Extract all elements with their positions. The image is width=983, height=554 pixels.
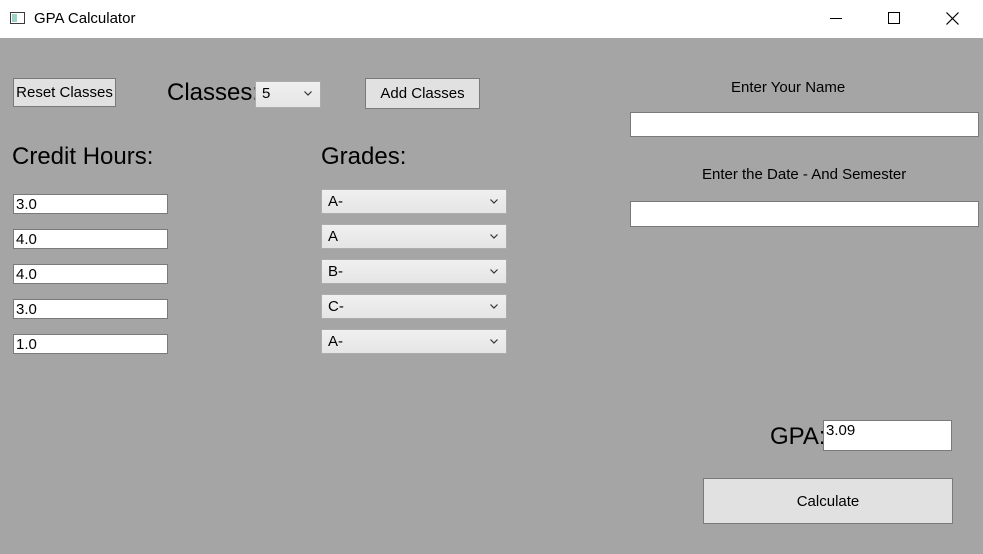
credit-hours-input-3[interactable]: 4.0 [13, 264, 168, 284]
date-semester-input[interactable] [630, 201, 979, 227]
gpa-label: GPA: [770, 423, 826, 450]
chevron-down-icon [490, 269, 498, 274]
grade-value: A- [328, 333, 343, 350]
add-classes-button[interactable]: Add Classes [365, 78, 480, 109]
credit-hours-heading: Credit Hours: [12, 143, 154, 170]
grade-select-2[interactable]: A [321, 224, 507, 249]
date-semester-label: Enter the Date - And Semester [702, 166, 907, 183]
title-bar: GPA Calculator [0, 0, 983, 38]
maximize-button[interactable] [866, 0, 924, 38]
credit-hours-input-2[interactable]: 4.0 [13, 229, 168, 249]
reset-classes-button[interactable]: Reset Classes [13, 78, 116, 107]
grade-select-3[interactable]: B- [321, 259, 507, 284]
calculate-button[interactable]: Calculate [703, 478, 953, 524]
chevron-down-icon [490, 339, 498, 344]
credit-hours-input-4[interactable]: 3.0 [13, 299, 168, 319]
grade-select-5[interactable]: A- [321, 329, 507, 354]
window-title: GPA Calculator [34, 10, 136, 27]
minimize-button[interactable] [808, 0, 866, 38]
grade-select-1[interactable]: A- [321, 189, 507, 214]
credit-hours-input-5[interactable]: 1.0 [13, 334, 168, 354]
gpa-output[interactable]: 3.09 [823, 420, 952, 451]
classes-count-value: 5 [262, 85, 271, 102]
app-icon [10, 12, 25, 24]
classes-label: Classes: [167, 79, 260, 106]
credit-hours-input-1[interactable]: 3.0 [13, 194, 168, 214]
classes-count-select[interactable]: 5 [255, 81, 321, 108]
chevron-down-icon [490, 199, 498, 204]
grade-value: B- [328, 263, 343, 280]
chevron-down-icon [490, 234, 498, 239]
close-icon [946, 12, 959, 25]
chevron-down-icon [490, 304, 498, 309]
grades-heading: Grades: [321, 143, 407, 170]
name-label: Enter Your Name [731, 79, 846, 96]
grade-value: A [328, 228, 339, 245]
grade-select-4[interactable]: C- [321, 294, 507, 319]
name-input[interactable] [630, 112, 979, 137]
grade-value: C- [328, 298, 344, 315]
gpa-calculator-window: GPA Calculator Reset Classes Classes: 5 … [0, 0, 983, 554]
chevron-down-icon [304, 91, 312, 96]
close-button[interactable] [924, 0, 982, 38]
grade-value: A- [328, 193, 343, 210]
